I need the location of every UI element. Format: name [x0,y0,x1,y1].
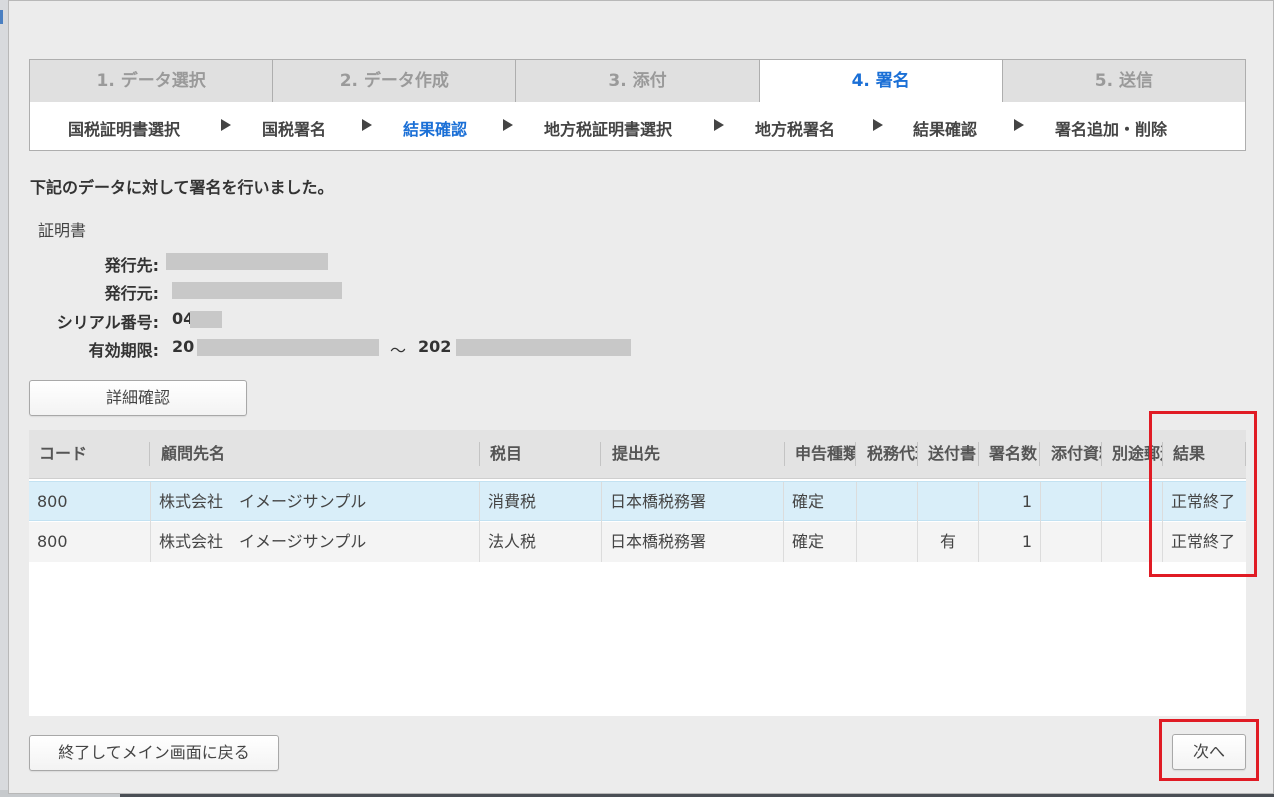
substep-local-sign: 地方税署名 [755,120,836,139]
column-divider[interactable] [855,442,856,466]
substep-result-check-2: 結果確認 [913,120,978,139]
issued-by-label: 発行元: [104,284,159,303]
column-return-type[interactable]: 申告種類 [785,430,855,478]
redacted-issued-to-2 [206,253,328,270]
cell-client-name: 株式会社 イメージサンプル [151,522,480,562]
substep-local-cert-select: 地方税証明書選択 [544,120,673,139]
cell-cover-letter: 有 [918,522,979,562]
column-attachments[interactable]: 添付資料 [1041,430,1101,478]
validity-separator: ～ [390,341,407,360]
sub-steps: 国税証明書選択 国税署名 結果確認 地方税証明書選択 地方税署名 結果確認 署名… [29,102,1246,151]
issued-to-label: 発行先: [104,256,159,275]
wizard-steps: 1. データ選択 2. データ作成 3. 添付 4. 署名 5. 送信 [29,59,1247,103]
background-window-edge [0,0,8,797]
detail-button[interactable]: 詳細確認 [29,380,247,416]
cell-code: 800 [29,482,151,522]
cell-signature-count: 1 [979,482,1041,522]
arrow-right-icon [362,119,372,131]
cell-tax-agent [857,482,918,522]
redacted-issued-by [172,282,342,299]
redacted-validity-start [197,339,379,356]
background-window-accent [0,10,3,24]
arrow-right-icon [503,119,513,131]
cell-return-type: 確定 [784,522,857,562]
step-data-create: 2. データ作成 [272,59,516,103]
arrow-right-icon [221,119,231,131]
cell-submit-to: 日本橋税務署 [602,522,784,562]
column-submit-to[interactable]: 提出先 [602,430,784,478]
redacted-issued-to [166,253,206,270]
column-tax-agent[interactable]: 税務代理 [857,430,917,478]
signature-dialog: 1. データ選択 2. データ作成 3. 添付 4. 署名 5. 送信 国税証明… [8,0,1274,794]
arrow-right-icon [1014,119,1024,131]
step-send: 5. 送信 [1001,59,1247,103]
step-sign: 4. 署名 [758,59,1002,103]
redacted-serial [190,311,222,328]
substep-national-sign: 国税署名 [262,120,327,139]
column-signature-count[interactable]: 署名数 [979,430,1039,478]
cell-tax-item: 消費税 [480,482,602,522]
result-table: コード 顧問先名 税目 提出先 申告種類 税務代理 送付書 署名数 添付資料 別… [29,430,1246,716]
exit-to-main-button[interactable]: 終了してメイン画面に戻る [29,735,279,771]
result-column-highlight [1149,411,1257,577]
column-cover-letter[interactable]: 送付書 [918,430,978,478]
column-client-name[interactable]: 顧問先名 [151,430,479,478]
cell-return-type: 確定 [784,482,857,522]
result-message: 下記のデータに対して署名を行いました。 [30,178,334,197]
validity-start: 20 [172,337,195,356]
certificate-title: 証明書 [38,221,87,240]
step-attach: 3. 添付 [515,59,759,103]
cell-signature-count: 1 [979,522,1041,562]
cell-code: 800 [29,522,151,562]
substep-sign-add-remove: 署名追加・削除 [1055,120,1168,139]
cell-cover-letter [918,482,979,522]
column-tax-item[interactable]: 税目 [480,430,600,478]
cell-tax-item: 法人税 [480,522,602,562]
serial-label: シリアル番号: [56,313,159,332]
table-header: コード 顧問先名 税目 提出先 申告種類 税務代理 送付書 署名数 添付資料 別… [29,430,1246,479]
cell-submit-to: 日本橋税務署 [602,482,784,522]
cell-attachments [1041,482,1102,522]
validity-label: 有効期限: [88,341,159,360]
column-divider[interactable] [1039,442,1040,466]
cell-tax-agent [857,522,918,562]
substep-result-check: 結果確認 [403,120,468,139]
column-divider[interactable] [149,442,150,466]
arrow-right-icon [714,119,724,131]
table-row[interactable]: 800 株式会社 イメージサンプル 消費税 日本橋税務署 確定 1 正常終了 [29,481,1246,522]
arrow-right-icon [873,119,883,131]
column-divider[interactable] [600,442,601,466]
cell-attachments [1041,522,1102,562]
next-button-highlight [1159,719,1259,781]
redacted-validity-end [456,339,631,356]
validity-end: 202 [418,337,452,356]
column-code[interactable]: コード [29,430,149,478]
substep-national-cert-select: 国税証明書選択 [68,120,181,139]
cell-client-name: 株式会社 イメージサンプル [151,482,480,522]
table-row[interactable]: 800 株式会社 イメージサンプル 法人税 日本橋税務署 確定 有 1 正常終了 [29,522,1246,562]
step-data-select: 1. データ選択 [29,59,273,103]
